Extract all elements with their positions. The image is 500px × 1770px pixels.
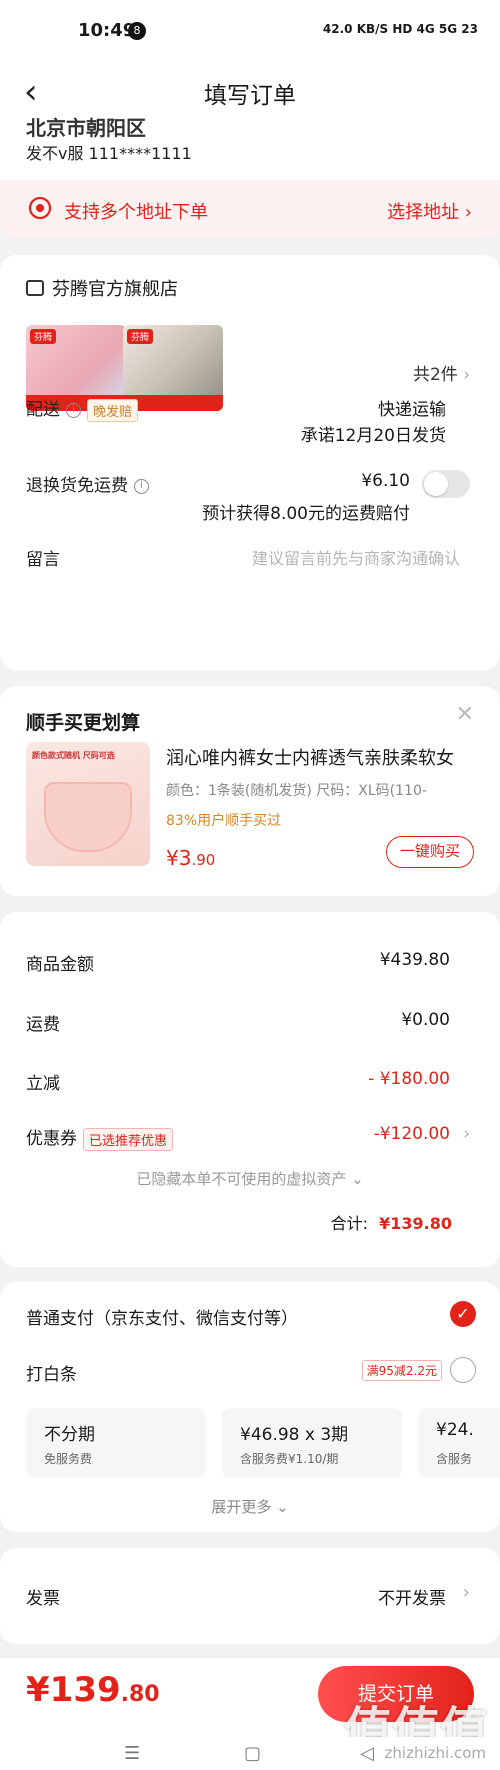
installment-title: ¥46.98 x 3期 xyxy=(240,1425,349,1445)
network-speed: 42.0 KB/S HD 4G 5G 23 xyxy=(322,22,478,36)
coupon-tag: 已选推荐优惠 xyxy=(83,1127,174,1151)
price-decimal: .90 xyxy=(191,851,216,869)
info-icon[interactable]: i xyxy=(134,478,149,494)
normal-payment-label[interactable]: 普通支付（京东支付、微信支付等） xyxy=(26,1304,298,1329)
store-icon xyxy=(26,280,44,296)
menu-icon[interactable]: ☰ xyxy=(124,1743,140,1764)
message-label: 留言 xyxy=(26,550,60,570)
address-partial: 北京市朝阳区 xyxy=(26,116,146,140)
page-title: 填写订单 xyxy=(204,83,296,109)
discount-value: - ¥180.00 xyxy=(368,1069,450,1089)
installment-title: ¥24. xyxy=(436,1420,474,1440)
invoice-card[interactable]: 发票 不开发票 › xyxy=(0,1548,500,1644)
freight-value: ¥0.00 xyxy=(401,1010,450,1030)
order-total-main: ¥139 xyxy=(26,1670,121,1710)
recommend-price: ¥3.90 xyxy=(166,846,215,870)
one-click-buy-button[interactable]: 一键购买 xyxy=(386,836,474,868)
watermark-site: zhizhizhi.com xyxy=(384,1744,486,1762)
chevron-right-icon: › xyxy=(463,1124,470,1144)
brand-logo: 芬腾 xyxy=(30,329,57,344)
expand-more-link[interactable]: 展开更多 ⌄ xyxy=(0,1496,500,1517)
info-icon[interactable]: i xyxy=(66,402,81,418)
baitiao-radio[interactable] xyxy=(450,1357,476,1383)
return-shipping-label: 退换货免运费 xyxy=(26,476,128,496)
installment-sub: 免服务费 xyxy=(44,1452,93,1466)
order-total-decimal: .80 xyxy=(120,1682,160,1707)
recipient-info: 发不v服 111****1111 xyxy=(26,144,192,163)
status-bar: 10:49 8 42.0 KB/S HD 4G 5G 23 xyxy=(0,0,500,62)
order-total: ¥139.80 xyxy=(26,1670,160,1710)
coupon-label: 优惠券 xyxy=(26,1129,77,1149)
installment-sub: 含服务费¥1.10/期 xyxy=(240,1452,339,1466)
installment-title: 不分期 xyxy=(44,1425,95,1445)
installment-sub: 含服务 xyxy=(436,1452,473,1466)
status-icons: 42.0 KB/S HD 4G 5G 23 xyxy=(323,22,478,36)
return-shipping-toggle[interactable] xyxy=(422,470,470,498)
recommend-card: 顺手买更划算 ✕ 颜色款式随机 尺码可选 润心唯内裤女士内裤透气亲肤柔软女 颜色… xyxy=(0,686,500,896)
checkmark-icon[interactable]: ✓ xyxy=(450,1301,476,1327)
return-shipping-price: ¥6.10 xyxy=(361,471,410,491)
back-icon[interactable]: ◁ xyxy=(360,1743,374,1764)
shop-header[interactable]: 芬腾官方旗舰店 xyxy=(26,275,178,301)
delivery-method: 快递运输 xyxy=(378,400,446,420)
goods-amount-label: 商品金额 xyxy=(26,955,94,975)
discount-label: 立减 xyxy=(26,1074,60,1094)
multi-address-label: 支持多个地址下单 xyxy=(64,202,208,223)
clock: 10:49 xyxy=(78,20,136,41)
baitiao-promo-tag: 满95减2.2元 xyxy=(361,1360,442,1381)
notification-badge: 8 xyxy=(128,22,146,40)
item-count-label: 共2件 xyxy=(412,365,458,385)
recommend-product-name[interactable]: 润心唯内裤女士内裤透气亲肤柔软女 xyxy=(166,744,476,770)
shop-name: 芬腾官方旗舰店 xyxy=(52,279,178,300)
coupon-value: -¥120.00 xyxy=(373,1124,450,1144)
hidden-assets-note[interactable]: 已隐藏本单不可使用的虚拟资产 ⌄ xyxy=(0,1168,500,1189)
select-address-link[interactable]: 选择地址 › xyxy=(387,198,472,224)
address-block[interactable]: 北京市朝阳区 发不v服 111****1111 xyxy=(0,116,500,180)
goods-amount-value: ¥439.80 xyxy=(379,950,450,970)
home-icon[interactable]: ▢ xyxy=(244,1743,261,1764)
discount-row: 立减 - ¥180.00 xyxy=(26,1069,470,1094)
recommend-product-spec[interactable]: 颜色：1条装(随机发货) 尺码：XL码(110- xyxy=(166,780,476,800)
installment-option[interactable]: ¥46.98 x 3期 含服务费¥1.10/期 xyxy=(222,1408,402,1478)
underwear-illustration xyxy=(44,782,132,852)
message-input[interactable]: 建议留言前先与商家沟通确认 xyxy=(252,545,460,569)
installment-option[interactable]: ¥24. 含服务 xyxy=(418,1408,500,1478)
goods-amount-row: 商品金额 ¥439.80 xyxy=(26,950,470,975)
image-caption: 颜色款式随机 尺码可选 xyxy=(32,751,115,760)
freight-label: 运费 xyxy=(26,1015,60,1035)
item-count[interactable]: 共2件 › xyxy=(413,360,470,385)
shop-card: 芬腾官方旗舰店 芬腾 芬腾 共2件 › 配送 i 晚发赔 快递运输 承诺12月20日… xyxy=(0,255,500,670)
location-pin-icon xyxy=(28,196,52,220)
brand-logo: 芬腾 xyxy=(127,329,154,344)
recommend-title: 顺手买更划算 xyxy=(26,712,141,734)
freight-row: 运费 ¥0.00 xyxy=(26,1010,470,1035)
delivery-promise: 承诺12月20日发货 xyxy=(300,426,446,446)
subtotal-value: ¥139.80 xyxy=(379,1214,452,1233)
baitiao-label[interactable]: 打白条 xyxy=(26,1360,77,1385)
toggle-knob xyxy=(424,472,448,496)
invoice-label: 发票 xyxy=(26,1589,60,1609)
return-shipping-note: 预计获得8.00元的运费赔付 xyxy=(202,504,410,524)
coupon-row[interactable]: 优惠券 已选推荐优惠 -¥120.00 › xyxy=(26,1124,470,1151)
late-compensation-tag: 晚发赔 xyxy=(87,398,139,422)
multi-address-banner[interactable]: 支持多个地址下单 选择地址 › xyxy=(0,180,500,238)
chevron-right-icon: › xyxy=(462,1582,470,1603)
subtotal-label: 合计: xyxy=(330,1214,369,1233)
price-main: ¥3 xyxy=(166,846,192,870)
delivery-label: 配送 xyxy=(26,400,60,420)
chevron-right-icon: › xyxy=(463,365,470,385)
invoice-value: 不开发票 xyxy=(378,1589,446,1609)
recommend-product-image[interactable]: 颜色款式随机 尺码可选 xyxy=(26,742,150,866)
installment-option[interactable]: 不分期 免服务费 xyxy=(26,1408,206,1478)
subtotal: 合计: ¥139.80 xyxy=(331,1210,452,1234)
recommend-hint: 83%用户顺手买过 xyxy=(166,813,282,829)
close-icon[interactable]: ✕ xyxy=(456,702,474,727)
